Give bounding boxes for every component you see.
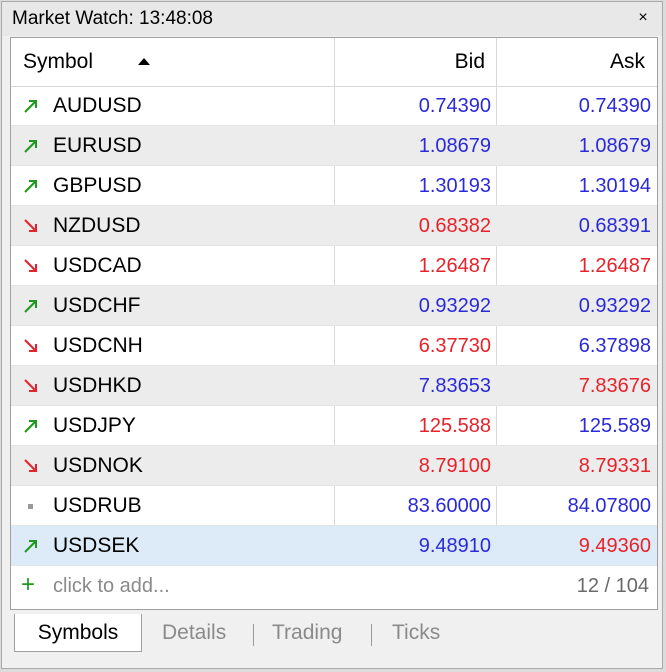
table-row[interactable]: USDSEK 9.48910 9.49360	[11, 526, 657, 566]
ask-price: 0.93292	[578, 295, 651, 317]
bid-price: 8.79100	[418, 455, 491, 477]
ask-price: 1.26487	[578, 255, 651, 277]
bid-price: 1.08679	[418, 135, 491, 157]
symbol-name: USDHKD	[53, 374, 142, 397]
ask-price: 7.83676	[578, 375, 651, 397]
table-row[interactable]: USDJPY 125.588 125.589	[11, 406, 657, 446]
symbol-name: NZDUSD	[53, 214, 141, 237]
plus-icon: +	[21, 571, 36, 598]
ask-price: 6.37898	[578, 335, 651, 357]
ask-price: 84.07800	[567, 495, 651, 517]
symbol-name: USDCHF	[53, 294, 141, 317]
symbol-name: USDNOK	[53, 454, 143, 477]
column-header-ask[interactable]: Ask	[501, 50, 645, 74]
trend-down-arrow-icon	[21, 336, 41, 356]
bid-price: 0.68382	[418, 215, 491, 237]
bid-price: 6.37730	[418, 335, 491, 357]
market-watch-window: Market Watch: 13:48:08 × Symbol Bid Ask …	[1, 1, 663, 669]
add-symbol-row[interactable]: + click to add... 12 / 104	[11, 566, 657, 606]
column-header-symbol[interactable]: Symbol	[23, 50, 93, 74]
ask-price: 1.30194	[578, 175, 651, 197]
symbols-table: Symbol Bid Ask AUDUSD 0.74390 0.74390 EURUS…	[10, 37, 658, 610]
symbol-name: USDJPY	[53, 414, 136, 437]
bid-price: 1.30193	[418, 175, 491, 197]
trend-down-arrow-icon	[21, 256, 41, 276]
symbol-name: GBPUSD	[53, 174, 142, 197]
symbol-count: 12 / 104	[576, 575, 649, 597]
trend-up-arrow-icon	[21, 536, 41, 556]
ask-price: 1.08679	[578, 135, 651, 157]
symbol-name: EURUSD	[53, 134, 142, 157]
tab-ticks[interactable]: Ticks	[392, 614, 440, 652]
trend-down-arrow-icon	[21, 376, 41, 396]
table-row[interactable]: AUDUSD 0.74390 0.74390	[11, 86, 657, 126]
close-button[interactable]: ×	[632, 7, 654, 29]
table-row[interactable]: EURUSD 1.08679 1.08679	[11, 126, 657, 166]
trend-neutral-dot-icon	[21, 496, 41, 516]
table-row[interactable]: USDCNH 6.37730 6.37898	[11, 326, 657, 366]
trend-up-arrow-icon	[21, 136, 41, 156]
tab-bar: Symbols Details Trading Ticks	[10, 614, 658, 654]
window-title: Market Watch: 13:48:08	[12, 8, 214, 29]
sort-ascending-icon	[138, 58, 150, 65]
bid-price: 1.26487	[418, 255, 491, 277]
tab-symbols[interactable]: Symbols	[14, 614, 142, 652]
trend-up-arrow-icon	[21, 176, 41, 196]
table-row[interactable]: GBPUSD 1.30193 1.30194	[11, 166, 657, 206]
table-row[interactable]: USDNOK 8.79100 8.79331	[11, 446, 657, 486]
ask-price: 125.589	[578, 415, 651, 437]
symbol-name: USDCAD	[53, 254, 142, 277]
bid-price: 83.60000	[407, 495, 491, 517]
trend-up-arrow-icon	[21, 96, 41, 116]
bid-price: 0.74390	[418, 95, 491, 117]
title-bar[interactable]: Market Watch: 13:48:08 ×	[2, 2, 662, 36]
trend-up-arrow-icon	[21, 416, 41, 436]
ask-price: 8.79331	[578, 455, 651, 477]
table-row[interactable]: USDCHF 0.93292 0.93292	[11, 286, 657, 326]
table-row[interactable]: USDHKD 7.83653 7.83676	[11, 366, 657, 406]
bid-price: 0.93292	[418, 295, 491, 317]
table-row[interactable]: USDRUB 83.60000 84.07800	[11, 486, 657, 526]
bid-price: 7.83653	[418, 375, 491, 397]
symbol-name: USDRUB	[53, 494, 142, 517]
trend-down-arrow-icon	[21, 456, 41, 476]
ask-price: 9.49360	[578, 535, 651, 557]
trend-down-arrow-icon	[21, 216, 41, 236]
tab-divider	[371, 624, 372, 646]
click-to-add-label: click to add...	[53, 575, 170, 597]
symbol-name: USDCNH	[53, 334, 143, 357]
tab-details[interactable]: Details	[162, 614, 226, 652]
trend-up-arrow-icon	[21, 296, 41, 316]
ask-price: 0.74390	[578, 95, 651, 117]
symbol-name: AUDUSD	[53, 94, 142, 117]
table-row[interactable]: NZDUSD 0.68382 0.68391	[11, 206, 657, 246]
bid-price: 125.588	[418, 415, 491, 437]
tab-divider	[253, 624, 254, 646]
ask-price: 0.68391	[578, 215, 651, 237]
column-header-bid[interactable]: Bid	[341, 50, 485, 74]
tab-trading[interactable]: Trading	[272, 614, 342, 652]
table-row[interactable]: USDCAD 1.26487 1.26487	[11, 246, 657, 286]
symbol-name: USDSEK	[53, 534, 140, 557]
bid-price: 9.48910	[418, 535, 491, 557]
